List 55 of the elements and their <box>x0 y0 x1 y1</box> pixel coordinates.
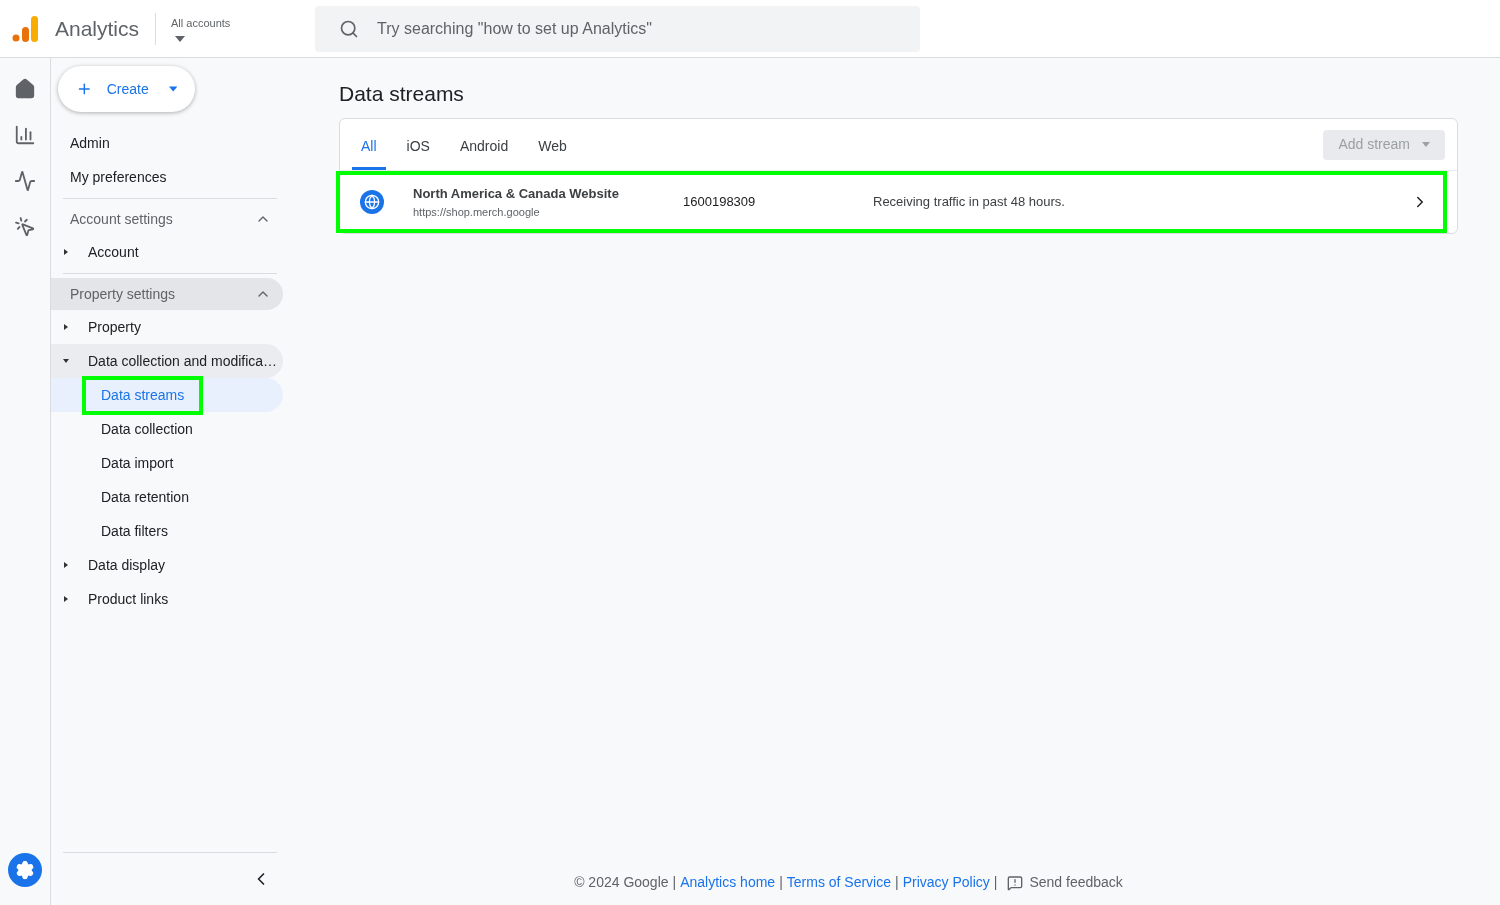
caret-icon <box>168 86 177 92</box>
settings-icon[interactable] <box>8 853 42 887</box>
caret-icon[interactable] <box>62 561 70 569</box>
caret-icon[interactable] <box>62 323 70 331</box>
nav-item[interactable]: Account <box>51 235 283 269</box>
account-switcher[interactable]: All accounts <box>171 15 302 42</box>
stream-name: North America & Canada Website <box>413 185 620 203</box>
page-title: Data streams <box>339 81 465 107</box>
stream-id: 1600198309 <box>683 193 757 212</box>
footer-link[interactable]: Privacy Policy <box>902 872 990 893</box>
separator-text: | <box>672 873 677 892</box>
nav-label: Data collection and modifica… <box>88 351 278 371</box>
footer-link[interactable]: Analytics home <box>680 872 776 893</box>
feedback-icon <box>1007 874 1024 891</box>
section-header[interactable]: Property settings <box>51 278 283 310</box>
caret-icon[interactable] <box>62 595 70 603</box>
nav-item[interactable]: Data display <box>51 548 283 582</box>
nav-item[interactable]: Product links <box>51 582 283 616</box>
caret-icon[interactable] <box>62 357 70 365</box>
caret-icon[interactable] <box>62 248 70 256</box>
nav-subitem[interactable]: Data streams <box>82 375 204 415</box>
nav-item[interactable]: Data collection and modifica… <box>51 344 283 378</box>
bar-chart-icon[interactable] <box>14 124 36 146</box>
separator-text: | <box>895 873 899 892</box>
tab[interactable]: iOS <box>397 119 439 170</box>
nav-label: Property <box>88 317 141 337</box>
nav-item[interactable]: My preferences <box>51 160 289 194</box>
tab[interactable]: All <box>352 119 386 170</box>
copyright-text: © 2024 Google <box>574 873 669 892</box>
stream-url: https://shop.merch.google <box>413 204 541 220</box>
tab[interactable]: Android <box>450 119 518 170</box>
nav-label: Data display <box>88 555 166 575</box>
logo-icon <box>12 14 38 43</box>
stream-row[interactable]: North America & Canada Website https://shop.merch.google 1600198309 Receiving traffic in past 48 hours. <box>336 171 1447 233</box>
search-field[interactable]: Try searching "how to set up Analytics" <box>315 5 921 52</box>
separator-text: | <box>779 873 783 892</box>
home-icon[interactable] <box>14 78 36 100</box>
tab[interactable]: Web <box>529 119 576 170</box>
stream-status: Receiving traffic in past 48 hours. <box>873 193 1065 212</box>
nav-item[interactable]: Property <box>51 310 283 344</box>
feedback-button[interactable]: Send feedback <box>1007 872 1123 893</box>
footer-link[interactable]: Terms of Service <box>786 872 891 893</box>
create-button[interactable]: Create <box>58 66 195 112</box>
separator-text: | <box>993 873 998 892</box>
section-header[interactable]: Account settings <box>51 203 283 235</box>
trend-icon[interactable] <box>14 170 36 192</box>
product-name: Analytics <box>55 15 140 42</box>
cursor-icon[interactable] <box>14 216 36 238</box>
nav-item[interactable]: Admin <box>51 126 289 160</box>
nav-label: Account <box>88 242 139 262</box>
caret-icon[interactable] <box>175 35 186 42</box>
globe-icon <box>360 190 384 214</box>
caret-icon <box>1422 142 1430 147</box>
search-icon <box>339 18 360 39</box>
nav-label: Product links <box>88 589 169 609</box>
